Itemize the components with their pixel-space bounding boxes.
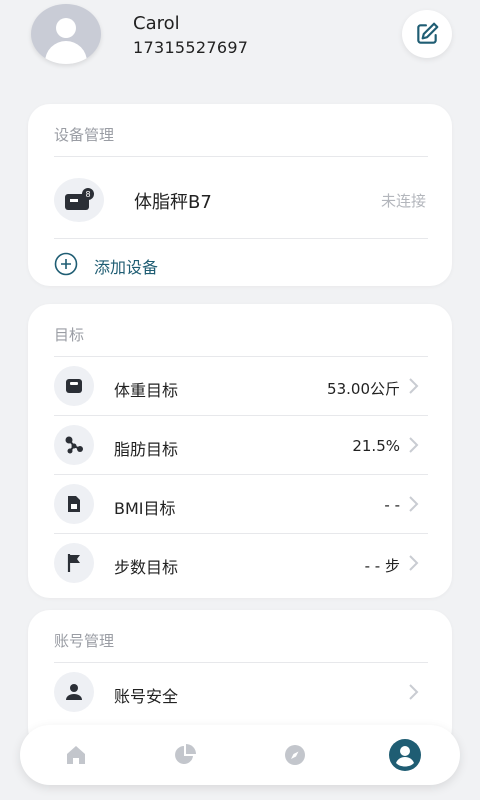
tab-statistics[interactable] <box>167 737 203 773</box>
goal-label: 脂肪目标 <box>114 440 179 459</box>
svg-text:8: 8 <box>85 190 90 199</box>
tab-discover[interactable] <box>277 737 313 773</box>
goal-icon-wrap <box>54 484 94 524</box>
device-status: 未连接 <box>380 192 426 210</box>
device-management-card: 设备管理 8 体脂秤B7 未连接 添加设备 <box>28 104 452 286</box>
goal-row-bmi[interactable]: BMI目标 - - <box>28 475 452 533</box>
goal-label: 步数目标 <box>114 558 179 577</box>
goal-label: 体重目标 <box>114 381 179 400</box>
chevron-right-icon <box>409 378 419 394</box>
divider <box>54 238 428 239</box>
device-name: 体脂秤B7 <box>134 192 212 213</box>
goal-value: 21.5% <box>352 437 400 455</box>
user-phone: 17315527697 <box>133 38 249 57</box>
device-row[interactable]: 8 体脂秤B7 未连接 <box>28 158 452 238</box>
user-name: Carol <box>133 13 180 34</box>
scale-device-icon: 8 <box>65 188 94 210</box>
goal-icon-wrap <box>54 543 94 583</box>
chevron-right-icon <box>409 437 419 453</box>
goal-icon-wrap <box>54 425 94 465</box>
compass-icon <box>285 745 305 765</box>
goal-label: BMI目标 <box>114 499 176 518</box>
home-icon <box>67 746 85 764</box>
section-title-device: 设备管理 <box>54 126 115 144</box>
chevron-right-icon <box>409 555 419 571</box>
goal-value: - - <box>384 496 400 514</box>
section-title-goals: 目标 <box>54 326 85 344</box>
user-icon <box>66 684 82 700</box>
tab-profile[interactable] <box>387 737 423 773</box>
add-device-label: 添加设备 <box>94 258 159 277</box>
account-security-label: 账号安全 <box>114 687 179 706</box>
goal-value: 53.00公斤 <box>327 380 400 398</box>
edit-icon <box>417 22 439 44</box>
plus-circle-icon <box>54 252 78 276</box>
divider <box>54 156 428 157</box>
chevron-right-icon <box>409 496 419 512</box>
goal-icon-wrap <box>54 366 94 406</box>
avatar[interactable] <box>31 4 101 64</box>
edit-profile-button[interactable] <box>402 10 452 58</box>
goal-row-steps[interactable]: 步数目标 - - 步 <box>28 534 452 592</box>
profile-header: Carol 17315527697 <box>0 0 480 90</box>
avatar-head <box>56 18 76 38</box>
bottom-tab-bar <box>20 725 460 785</box>
scale-icon <box>66 379 82 393</box>
add-device-button[interactable]: 添加设备 <box>28 240 452 286</box>
goal-value: - - 步 <box>364 557 400 575</box>
account-security-row[interactable]: 账号安全 <box>28 663 452 721</box>
section-title-account: 账号管理 <box>54 632 115 650</box>
chevron-right-icon <box>409 684 419 700</box>
fat-molecule-icon <box>65 436 83 454</box>
pie-chart-icon <box>175 744 196 764</box>
avatar-body <box>45 41 87 64</box>
tab-home[interactable] <box>58 737 94 773</box>
flag-icon <box>67 554 80 572</box>
goal-row-fat[interactable]: 脂肪目标 21.5% <box>28 416 452 474</box>
profile-icon <box>389 739 421 771</box>
bmi-document-icon <box>68 496 80 512</box>
goal-row-weight[interactable]: 体重目标 53.00公斤 <box>28 357 452 415</box>
account-icon-wrap <box>54 672 94 712</box>
scale-device-icon-wrap: 8 <box>54 178 104 222</box>
goals-card: 目标 体重目标 53.00公斤 脂肪目标 21.5% BMI目标 - - 步数目… <box>28 304 452 598</box>
